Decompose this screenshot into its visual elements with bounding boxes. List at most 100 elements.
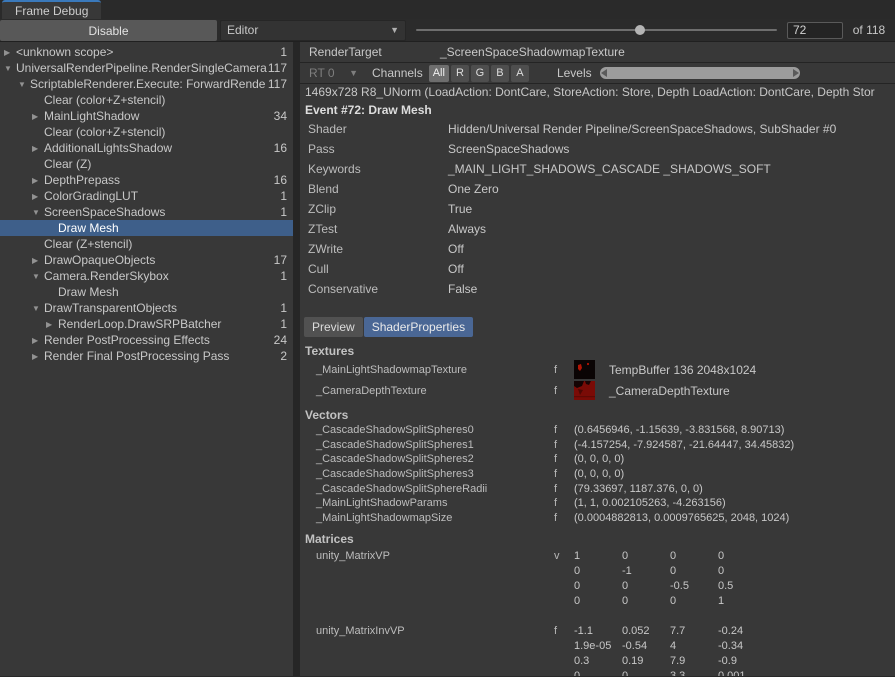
matrix-cell: 0 <box>574 564 622 579</box>
property-label: Shader <box>300 122 448 136</box>
property-value: Off <box>448 262 464 276</box>
tree-item[interactable]: ▼Camera.RenderSkybox1 <box>0 268 293 284</box>
textures-section-title: Textures <box>300 343 895 359</box>
matrix-cell: 0.5 <box>718 579 766 594</box>
channel-button-a[interactable]: A <box>511 65 529 82</box>
vector-row: _MainLightShadowmapSizef(0.0004882813, 0… <box>300 511 895 526</box>
matrix-row: unity_MatrixInvVPf-1.10.0527.7-0.241.9e-… <box>300 624 895 676</box>
tree-item[interactable]: ▼DrawTransparentObjects1 <box>0 300 293 316</box>
collapse-arrow-icon[interactable]: ▼ <box>4 64 16 73</box>
vector-type: f <box>554 512 574 524</box>
channel-button-r[interactable]: R <box>451 65 469 82</box>
tab-shaderproperties[interactable]: ShaderProperties <box>364 317 473 337</box>
tree-item-count: 1 <box>280 205 293 219</box>
vector-row: _CascadeShadowSplitSpheres3f(0, 0, 0, 0) <box>300 467 895 482</box>
property-label: Keywords <box>300 162 448 176</box>
matrix-cell: -1.1 <box>574 624 622 639</box>
tree-item[interactable]: ▶Render PostProcessing Effects24 <box>0 332 293 348</box>
tab-preview[interactable]: Preview <box>304 317 363 337</box>
tree-item[interactable]: Draw Mesh <box>0 220 293 236</box>
tree-item[interactable]: ▶ColorGradingLUT1 <box>0 188 293 204</box>
matrices-section-title: Matrices <box>300 531 895 547</box>
frame-slider-track[interactable] <box>416 29 777 31</box>
expand-arrow-icon[interactable]: ▶ <box>32 112 44 121</box>
collapse-arrow-icon[interactable]: ▼ <box>32 272 44 281</box>
tree-item-label: Camera.RenderSkybox <box>44 269 280 283</box>
matrix-cell: 0 <box>622 549 670 564</box>
matrix-cell: 0.3 <box>574 654 622 669</box>
tree-item[interactable]: Clear (Z) <box>0 156 293 172</box>
rt-index-dropdown[interactable]: RT 0 ▼ <box>300 66 364 80</box>
levels-min-handle[interactable] <box>601 69 607 77</box>
matrix-values: 10000-10000-0.50.50001 <box>574 549 766 609</box>
expand-arrow-icon[interactable]: ▶ <box>32 176 44 185</box>
collapse-arrow-icon[interactable]: ▼ <box>32 208 44 217</box>
expand-arrow-icon[interactable]: ▶ <box>32 336 44 345</box>
texture-value: TempBuffer 136 2048x1024 <box>609 363 756 377</box>
frame-slider[interactable] <box>416 19 777 41</box>
tree-item[interactable]: ▶DrawOpaqueObjects17 <box>0 252 293 268</box>
channel-button-g[interactable]: G <box>471 65 489 82</box>
expand-arrow-icon[interactable]: ▶ <box>46 320 58 329</box>
expand-arrow-icon[interactable]: ▶ <box>32 352 44 361</box>
levels-max-handle[interactable] <box>793 69 799 77</box>
render-target-format-info: 1469x728 R8_UNorm (LoadAction: DontCare,… <box>300 84 895 101</box>
tree-item-label: DepthPrepass <box>44 173 274 187</box>
tree-item[interactable]: ▶RenderLoop.DrawSRPBatcher1 <box>0 316 293 332</box>
vector-value: (79.33697, 1187.376, 0, 0) <box>574 483 703 495</box>
vector-type: f <box>554 468 574 480</box>
property-row: ZTestAlways <box>300 219 895 239</box>
matrix-values: -1.10.0527.7-0.241.9e-05-0.544-0.340.30.… <box>574 624 766 676</box>
target-dropdown[interactable]: Editor ▼ <box>220 20 406 41</box>
tree-item-label: MainLightShadow <box>44 109 274 123</box>
levels-label: Levels <box>557 66 592 80</box>
matrix-cell: 7.9 <box>670 654 718 669</box>
disable-button[interactable]: Disable <box>0 20 217 41</box>
tree-item-label: Draw Mesh <box>58 285 287 299</box>
channel-button-b[interactable]: B <box>491 65 509 82</box>
tree-item-count: 16 <box>274 173 293 187</box>
property-row: ZClipTrue <box>300 199 895 219</box>
panel-splitter[interactable] <box>293 42 300 676</box>
matrix-type: f <box>554 624 574 676</box>
collapse-arrow-icon[interactable]: ▼ <box>18 80 30 89</box>
property-row: Keywords_MAIN_LIGHT_SHADOWS_CASCADE _SHA… <box>300 159 895 179</box>
expand-arrow-icon[interactable]: ▶ <box>32 192 44 201</box>
tree-item[interactable]: ▼ScriptableRenderer.Execute: ForwardRend… <box>0 76 293 92</box>
frame-slider-thumb[interactable] <box>635 25 645 35</box>
vector-type: f <box>554 483 574 495</box>
tree-item-label: Clear (color+Z+stencil) <box>44 125 287 139</box>
matrix-cell: 1.9e-05 <box>574 639 622 654</box>
expand-arrow-icon[interactable]: ▶ <box>4 48 16 57</box>
vector-row: _CascadeShadowSplitSpheres2f(0, 0, 0, 0) <box>300 452 895 467</box>
tree-item[interactable]: ▶Render Final PostProcessing Pass2 <box>0 348 293 364</box>
frame-number-input[interactable] <box>787 22 843 39</box>
tree-item-label: ScriptableRenderer.Execute: ForwardRende <box>30 77 268 91</box>
tree-item[interactable]: ▶<unknown scope>1 <box>0 44 293 60</box>
tree-item-count: 1 <box>280 301 293 315</box>
collapse-arrow-icon[interactable]: ▼ <box>32 304 44 313</box>
property-row: CullOff <box>300 259 895 279</box>
expand-arrow-icon[interactable]: ▶ <box>32 256 44 265</box>
tab-frame-debug[interactable]: Frame Debug <box>2 0 101 19</box>
tree-item[interactable]: ▶AdditionalLightsShadow16 <box>0 140 293 156</box>
tree-item-count: 24 <box>274 333 293 347</box>
matrix-row: unity_MatrixVPv10000-10000-0.50.50001 <box>300 549 895 609</box>
matrix-cell: 0 <box>574 579 622 594</box>
matrix-cell: 0.19 <box>622 654 670 669</box>
channel-button-all[interactable]: All <box>429 65 449 82</box>
levels-range-slider[interactable] <box>600 67 800 79</box>
tree-item[interactable]: Clear (color+Z+stencil) <box>0 124 293 140</box>
tree-item[interactable]: ▼ScreenSpaceShadows1 <box>0 204 293 220</box>
property-value: Always <box>448 222 486 236</box>
tree-item[interactable]: Clear (color+Z+stencil) <box>0 92 293 108</box>
tree-item[interactable]: Clear (Z+stencil) <box>0 236 293 252</box>
tree-item[interactable]: Draw Mesh <box>0 284 293 300</box>
tree-item[interactable]: ▶MainLightShadow34 <box>0 108 293 124</box>
matrix-cell: 0 <box>670 564 718 579</box>
expand-arrow-icon[interactable]: ▶ <box>32 144 44 153</box>
tree-item[interactable]: ▼UniversalRenderPipeline.RenderSingleCam… <box>0 60 293 76</box>
property-value: ScreenSpaceShadows <box>448 142 569 156</box>
tree-item[interactable]: ▶DepthPrepass16 <box>0 172 293 188</box>
matrix-name: unity_MatrixInvVP <box>300 624 554 676</box>
